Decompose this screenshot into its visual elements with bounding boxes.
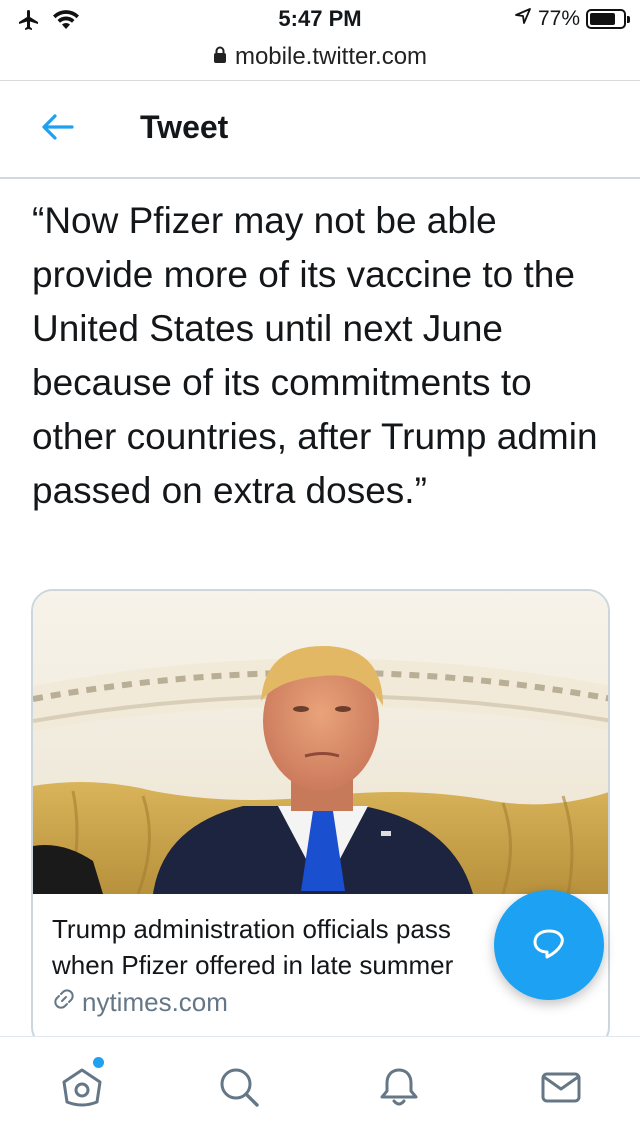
tweet-header: Tweet <box>0 81 640 177</box>
card-domain-text: nytimes.com <box>82 987 228 1017</box>
reply-bubble-icon <box>529 923 569 968</box>
notifications-icon <box>376 1064 422 1115</box>
battery-percent: 77% <box>537 7 580 30</box>
nav-home-unread-dot <box>93 1057 104 1068</box>
page-title: Tweet <box>140 109 229 145</box>
url-bar[interactable]: mobile.twitter.com <box>0 36 640 78</box>
battery-icon <box>586 9 630 29</box>
url-text: mobile.twitter.com <box>234 43 428 70</box>
lock-icon <box>213 43 227 71</box>
link-icon <box>52 987 76 1018</box>
nav-messages[interactable] <box>535 1063 587 1115</box>
location-arrow-icon <box>514 7 532 31</box>
messages-icon <box>538 1064 584 1115</box>
status-bar-right: 77% <box>514 7 630 31</box>
nav-notifications[interactable] <box>373 1063 425 1115</box>
header-divider <box>0 177 640 179</box>
bottom-nav <box>0 1036 640 1136</box>
back-arrow-icon <box>41 113 75 146</box>
home-icon <box>59 1064 105 1115</box>
nav-home[interactable] <box>56 1057 108 1115</box>
reply-fab-button[interactable] <box>494 890 604 1000</box>
search-icon <box>216 1064 262 1115</box>
card-image <box>33 591 608 894</box>
status-bar: 5:47 PM 77% <box>0 0 640 40</box>
nav-search[interactable] <box>213 1063 265 1115</box>
back-button[interactable] <box>36 109 80 149</box>
battery-level <box>590 13 615 25</box>
tweet-text: “Now Pfizer may not be able provide more… <box>32 200 598 511</box>
